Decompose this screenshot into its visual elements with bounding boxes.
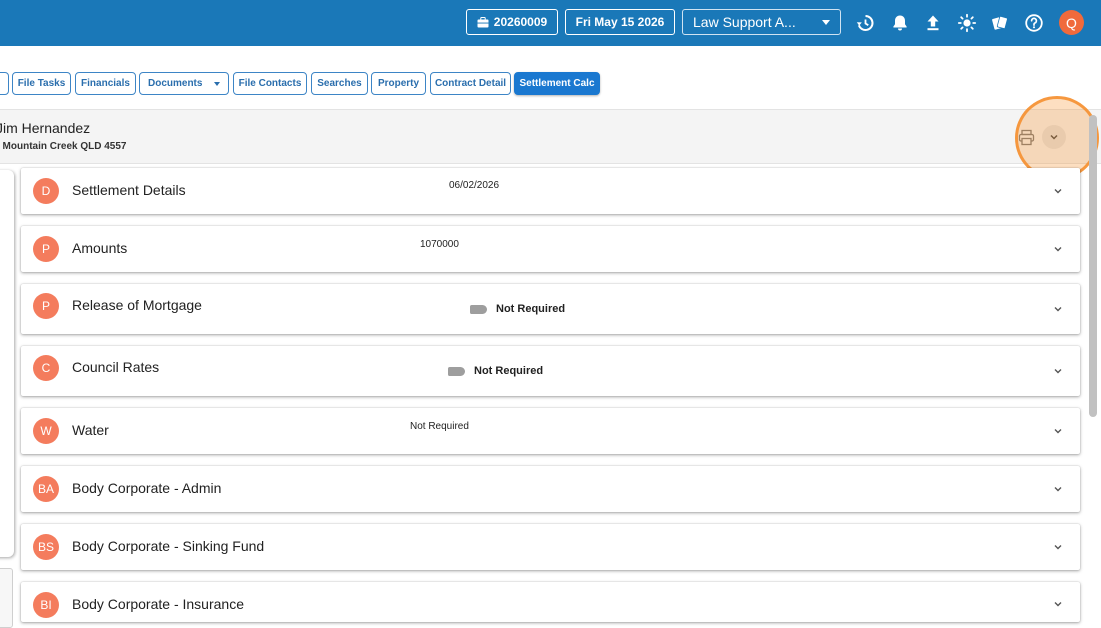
left-panel-box[interactable] [0, 568, 13, 628]
tab-documents[interactable]: Documents [139, 72, 347, 95]
tab-label: Settlement Calc [519, 78, 595, 89]
toggle-label: Not Required [496, 303, 566, 315]
section-badge: W [33, 418, 59, 444]
section-badge: D [33, 178, 59, 204]
tab-label: File Contacts [238, 78, 302, 89]
section-badge: BA [33, 476, 59, 502]
caret-down-icon [822, 20, 830, 25]
section-badge: BI [33, 592, 59, 618]
tab-label: Financials [81, 78, 130, 89]
documents-dropdown-icon[interactable] [214, 82, 220, 86]
workspace-select[interactable]: Law Support A... [682, 9, 841, 35]
section-title: Release of Mortgage [72, 297, 202, 313]
chevron-down-icon[interactable] [1052, 483, 1064, 495]
tab-label: Searches [317, 78, 362, 89]
top-app-bar: 20260009 Fri May 15 2026 Law Support A..… [0, 0, 1101, 46]
section-release-of-mortgage[interactable]: P Release of Mortgage Not Required [21, 284, 1080, 334]
date-label: Fri May 15 2026 [575, 15, 665, 29]
chevron-down-icon[interactable] [1052, 303, 1064, 315]
tab-file-tasks[interactable]: File Tasks [12, 72, 71, 95]
tab-file-contacts[interactable]: File Contacts [233, 72, 307, 95]
workspace-select-value: Law Support A... [693, 14, 796, 30]
chevron-down-icon[interactable] [1052, 541, 1064, 553]
section-body-corporate-sinking-fund[interactable]: BS Body Corporate - Sinking Fund [21, 524, 1080, 570]
water-status-value: Not Required [410, 421, 469, 432]
tab-label: Documents [148, 78, 203, 89]
client-name: Jim Hernandez [0, 120, 91, 136]
section-title: Amounts [72, 240, 128, 256]
date-button[interactable]: Fri May 15 2026 [565, 9, 675, 35]
upload-icon[interactable] [923, 13, 943, 33]
section-badge: BS [33, 534, 59, 560]
section-water[interactable]: W Water Not Required [21, 408, 1080, 454]
chevron-down-icon[interactable] [1052, 243, 1064, 255]
section-title: Water [72, 422, 109, 438]
chevron-down-icon[interactable] [1052, 365, 1064, 377]
history-icon[interactable] [855, 13, 875, 33]
section-settlement-details[interactable]: D Settlement Details 06/02/2026 [21, 168, 1080, 214]
matter-header: Jim Hernandez , Mountain Creek QLD 4557 [0, 109, 1101, 164]
help-icon[interactable] [1024, 13, 1044, 33]
required-toggle[interactable]: Not Required [448, 365, 543, 377]
tab-settlement-calc[interactable]: Settlement Calc [514, 72, 600, 95]
required-toggle[interactable]: Not Required [470, 303, 565, 315]
section-body-corporate-admin[interactable]: BA Body Corporate - Admin [21, 466, 1080, 512]
amount-value: 1070000 [420, 239, 459, 250]
tab-property[interactable]: Property [371, 72, 426, 95]
chevron-down-icon[interactable] [1052, 185, 1064, 197]
toggle-label: Not Required [474, 365, 544, 377]
property-address: , Mountain Creek QLD 4557 [0, 141, 127, 152]
bell-icon[interactable] [890, 13, 910, 33]
section-council-rates[interactable]: C Council Rates Not Required [21, 346, 1080, 396]
section-title: Council Rates [72, 359, 160, 375]
cards-icon[interactable] [990, 13, 1010, 33]
vertical-scrollbar[interactable] [1089, 115, 1097, 417]
section-title: Settlement Details [72, 182, 186, 198]
section-title: Body Corporate - Sinking Fund [72, 538, 265, 554]
tab-financials[interactable]: Financials [75, 72, 136, 95]
section-amounts[interactable]: P Amounts 1070000 [21, 226, 1080, 272]
tab-contract-detail[interactable]: Contract Detail [430, 72, 511, 95]
briefcase-icon [477, 16, 489, 27]
file-number-button[interactable]: 20260009 [466, 9, 558, 35]
section-badge: C [33, 355, 59, 381]
left-side-panel [0, 170, 14, 557]
user-avatar[interactable]: Q [1059, 10, 1084, 35]
tab-searches[interactable]: Searches [311, 72, 368, 95]
section-title: Body Corporate - Admin [72, 480, 222, 496]
settlement-date-value: 06/02/2026 [449, 180, 500, 191]
section-badge: P [33, 293, 59, 319]
section-title: Body Corporate - Insurance [72, 596, 244, 612]
file-number-label: 20260009 [493, 15, 548, 29]
section-body-corporate-insurance[interactable]: BI Body Corporate - Insurance [21, 582, 1080, 622]
tab-label: Property [377, 78, 420, 89]
chevron-down-icon[interactable] [1052, 598, 1064, 610]
chevron-down-icon[interactable] [1052, 425, 1064, 437]
sun-icon[interactable] [957, 13, 977, 33]
toggle-switch[interactable] [470, 304, 487, 314]
tab-label: File Tasks [17, 78, 66, 89]
avatar-initial: Q [1066, 14, 1077, 31]
tab-label: Contract Detail [434, 78, 507, 89]
toggle-switch[interactable] [448, 366, 465, 376]
tab-previous-partial[interactable] [0, 72, 9, 95]
section-badge: P [33, 236, 59, 262]
